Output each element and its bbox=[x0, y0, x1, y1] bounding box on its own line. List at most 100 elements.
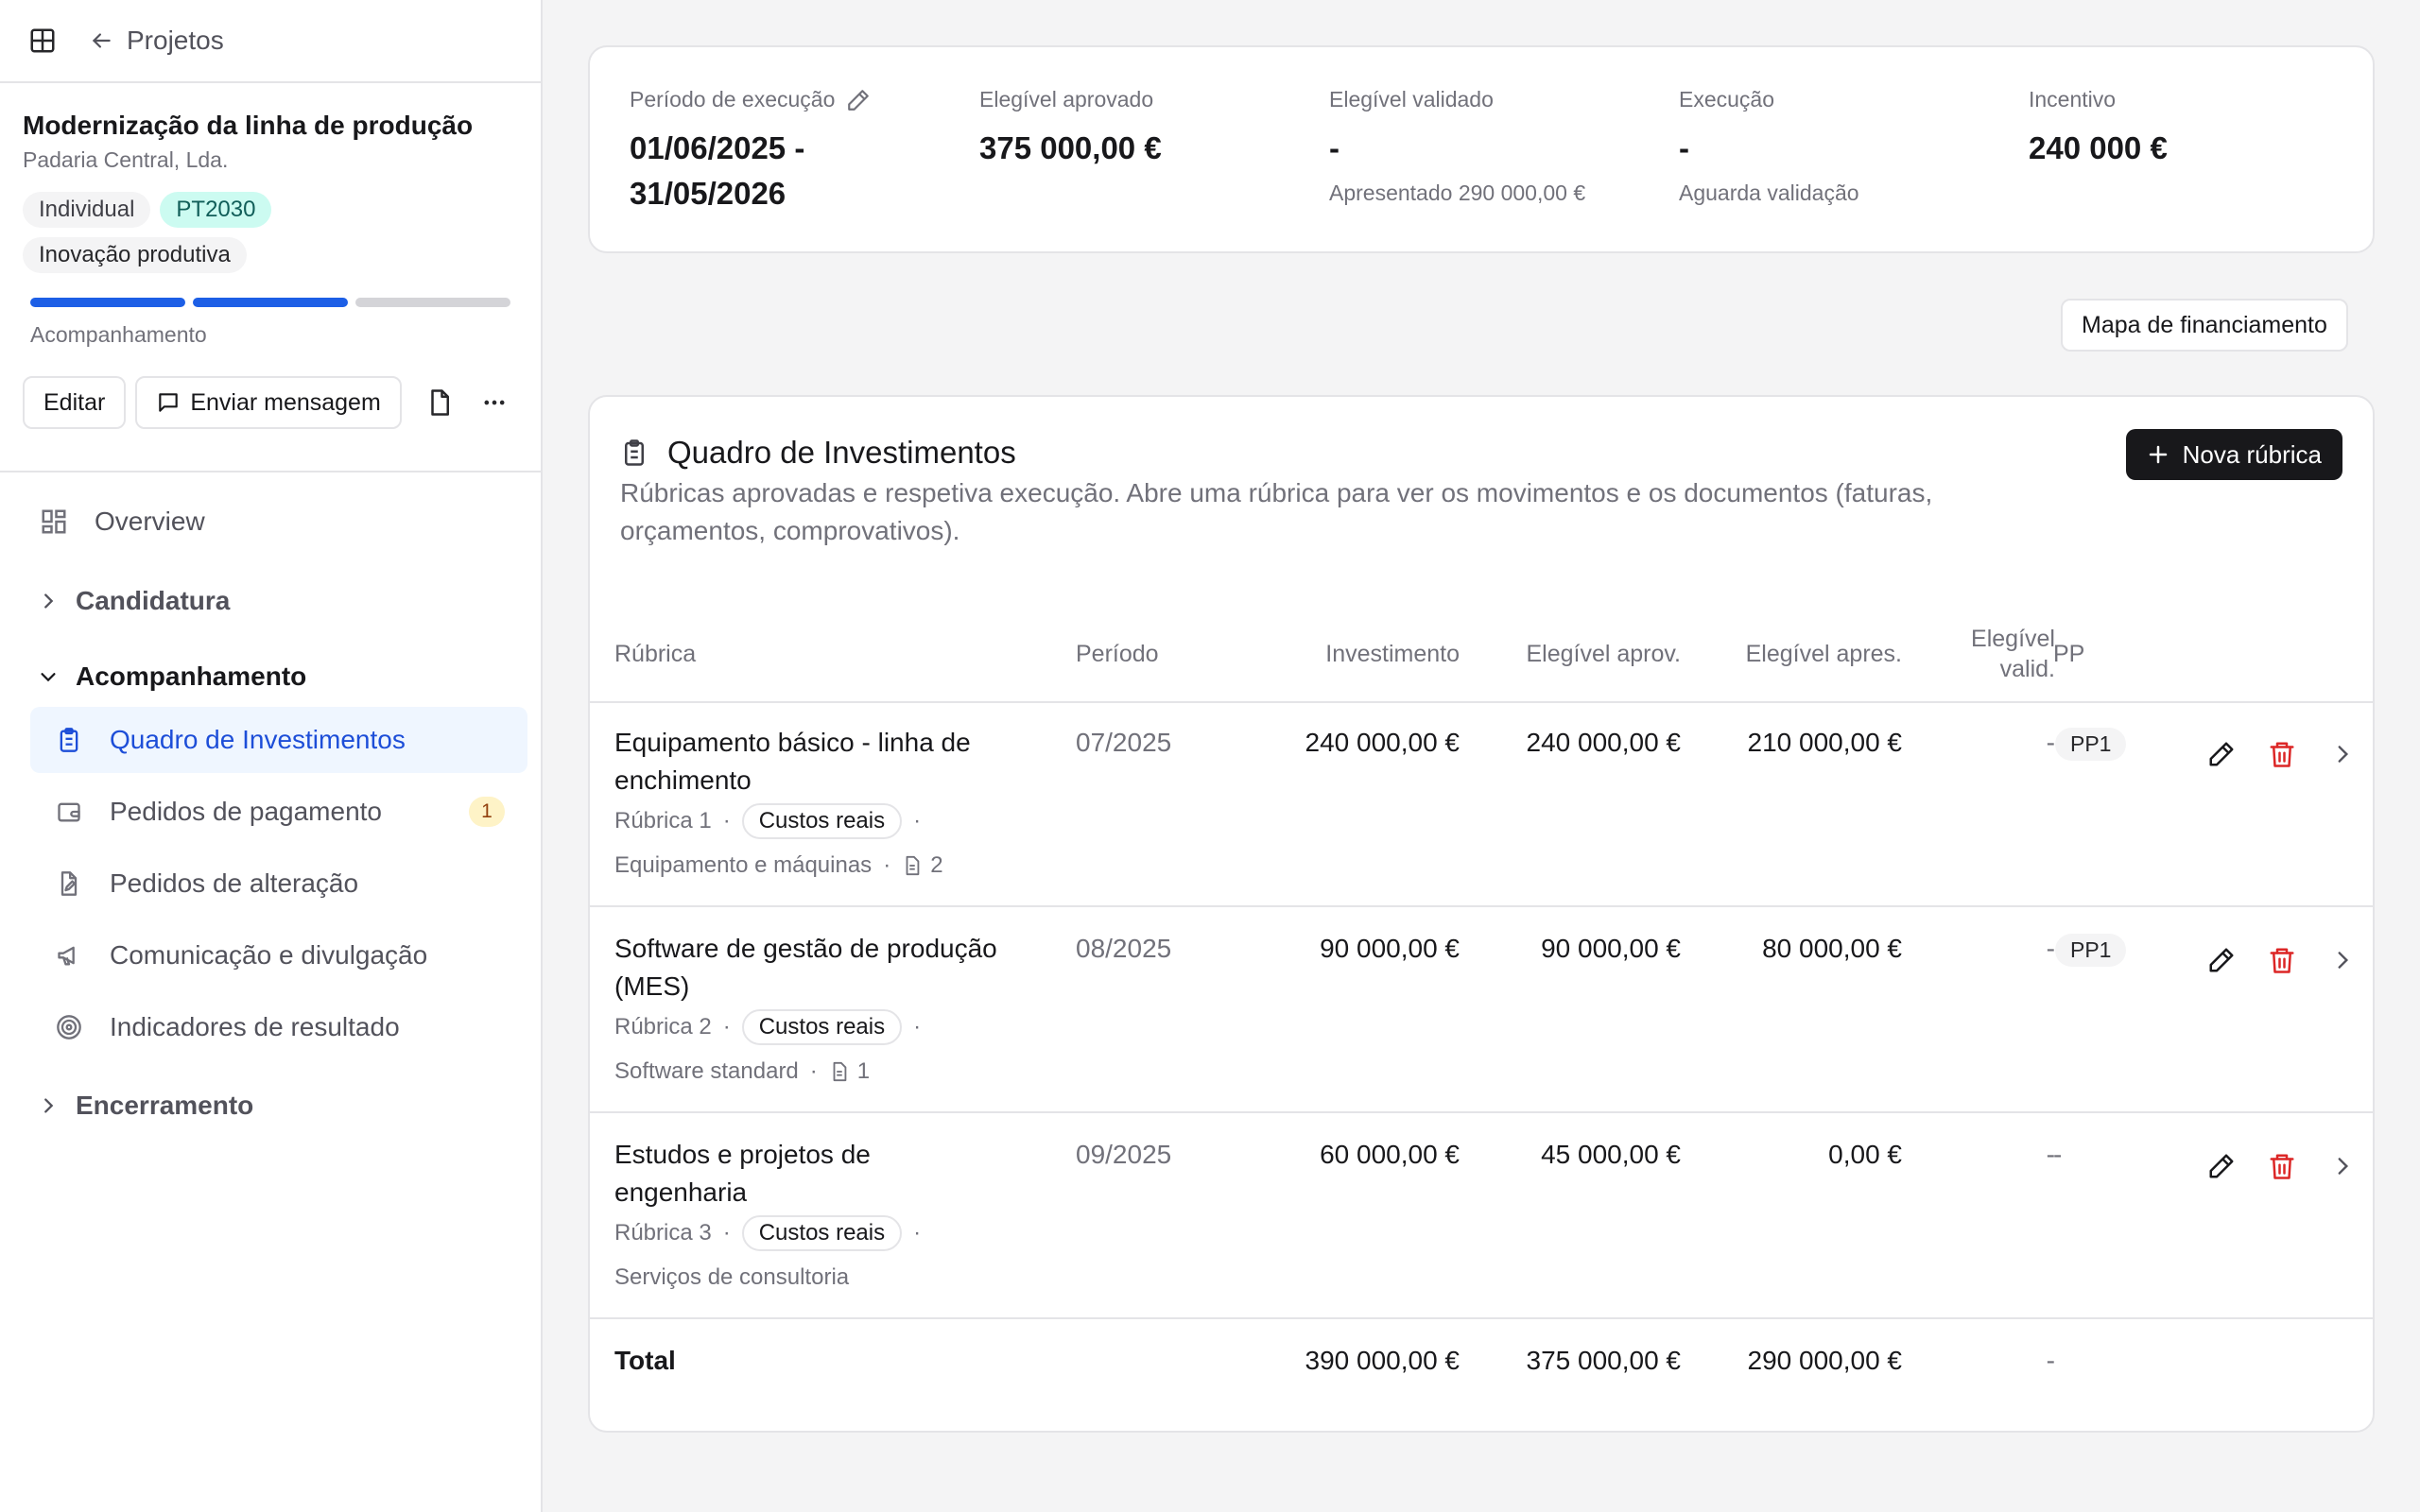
file-icon[interactable] bbox=[417, 380, 462, 425]
investments-card: Quadro de Investimentos Rúbricas aprovad… bbox=[588, 395, 2375, 1433]
nav-item-pedidos-alteracao[interactable]: Pedidos de alteração bbox=[30, 850, 527, 917]
table-divider bbox=[590, 701, 2373, 703]
send-message-button[interactable]: Enviar mensagem bbox=[135, 376, 402, 429]
investments-header: Quadro de Investimentos bbox=[620, 435, 1016, 471]
more-horizontal-icon[interactable] bbox=[472, 380, 517, 425]
nav-item-indicadores[interactable]: Indicadores de resultado bbox=[30, 994, 527, 1060]
chevron-right-icon[interactable] bbox=[2322, 733, 2363, 775]
cost-type-chip: Custos reais bbox=[741, 1215, 903, 1251]
funding-map-button[interactable]: Mapa de financiamento bbox=[2061, 299, 2348, 352]
col-header-rubrica[interactable]: Rúbrica bbox=[614, 639, 696, 669]
trash-icon[interactable] bbox=[2261, 939, 2303, 981]
nav-item-label: Quadro de Investimentos bbox=[110, 725, 406, 754]
rubrica-meta: Rúbrica 3 · Custos reais · bbox=[614, 1215, 932, 1251]
nav-section-label: Candidatura bbox=[76, 586, 231, 615]
back-to-projects-link[interactable]: Projetos bbox=[89, 26, 224, 56]
kpi-value-start: 01/06/2025 - bbox=[630, 130, 805, 165]
cell-elegivel-valid: - bbox=[2046, 728, 2055, 757]
rubrica-name-line: engenharia bbox=[614, 1177, 748, 1207]
chevron-down-icon bbox=[38, 666, 62, 687]
document-icon bbox=[829, 1061, 850, 1082]
cell-pp: - bbox=[2053, 1140, 2063, 1169]
rubrica-category: Software standard bbox=[614, 1058, 799, 1084]
rubrica-category-meta: Software standard · 1 bbox=[614, 1058, 870, 1085]
nav-item-label: Pedidos de alteração bbox=[110, 868, 359, 898]
project-header: Modernização da linha de produção Padari… bbox=[0, 83, 541, 429]
rubrica-name-line: enchimento bbox=[614, 765, 752, 795]
pencil-icon[interactable] bbox=[835, 88, 871, 112]
rubrica-name[interactable]: Software de gestão de produção (MES) bbox=[614, 930, 1049, 1005]
nav-section-candidatura[interactable]: Candidatura bbox=[38, 582, 230, 620]
nav-item-pedidos-pagamento[interactable]: Pedidos de pagamento 1 bbox=[30, 779, 527, 845]
separator-dot: · bbox=[913, 1220, 922, 1246]
nav-overview[interactable]: Overview bbox=[38, 501, 205, 542]
nav-item-label: Pedidos de pagamento bbox=[110, 797, 382, 826]
rubrica-meta: Rúbrica 2 · Custos reais · bbox=[614, 1009, 932, 1045]
kpi-label: Período de execução bbox=[630, 87, 871, 112]
cell-periodo: 08/2025 bbox=[1076, 934, 1172, 963]
nav-item-quadro-investimentos[interactable]: Quadro de Investimentos bbox=[30, 707, 527, 773]
sidebar: Projetos Modernização da linha de produç… bbox=[0, 0, 543, 1512]
rubrica-name-line: (MES) bbox=[614, 971, 690, 1001]
kpi-label: Elegível validado bbox=[1329, 87, 1494, 112]
separator-dot: · bbox=[913, 808, 922, 833]
kpi-label: Execução bbox=[1679, 87, 1775, 112]
pending-count-badge: 1 bbox=[469, 797, 505, 827]
col-header-investimento[interactable]: Investimento bbox=[1214, 639, 1460, 669]
pp-badge: PP1 bbox=[2055, 728, 2127, 761]
badge-program: PT2030 bbox=[160, 192, 272, 228]
new-rubrica-button[interactable]: Nova rúbrica bbox=[2125, 429, 2342, 480]
col-header-line: valid. bbox=[1999, 656, 2055, 682]
trash-icon[interactable] bbox=[2261, 1145, 2303, 1187]
col-header-periodo[interactable]: Período bbox=[1076, 639, 1159, 669]
pp-badge: PP1 bbox=[2055, 934, 2127, 967]
sidebar-divider bbox=[0, 471, 541, 472]
cell-elegivel-aprov: 240 000,00 € bbox=[1526, 728, 1682, 757]
col-header-elegivel-aprov[interactable]: Elegível aprov. bbox=[1435, 639, 1681, 669]
message-square-icon bbox=[156, 390, 190, 415]
col-header-elegivel-valid[interactable]: Elegível valid. bbox=[1904, 624, 2055, 684]
col-header-elegivel-apres[interactable]: Elegível apres. bbox=[1656, 639, 1902, 669]
nav-section-acompanhamento[interactable]: Acompanhamento bbox=[38, 658, 306, 696]
chevron-right-icon bbox=[38, 591, 62, 611]
document-icon bbox=[902, 855, 923, 876]
cell-elegivel-apres: 0,00 € bbox=[1828, 1140, 1902, 1169]
kpi-label: Incentivo bbox=[2029, 87, 2117, 112]
rubrica-category: Equipamento e máquinas bbox=[614, 852, 873, 878]
kpi-value-end: 31/05/2026 bbox=[630, 176, 786, 211]
rubrica-name[interactable]: Equipamento básico - linha de enchimento bbox=[614, 724, 1049, 799]
project-stage-label: Acompanhamento bbox=[30, 322, 207, 347]
kpi-label-text: Período de execução bbox=[630, 87, 836, 112]
cell-periodo: 07/2025 bbox=[1076, 728, 1172, 757]
trash-icon[interactable] bbox=[2261, 733, 2303, 775]
edit-button[interactable]: Editar bbox=[23, 376, 127, 429]
layout-grid-icon[interactable] bbox=[26, 25, 59, 57]
pencil-icon[interactable] bbox=[2201, 733, 2242, 775]
total-elegivel-aprov: 375 000,00 € bbox=[1526, 1346, 1682, 1375]
rubrica-name-line: Equipamento básico - linha de bbox=[614, 728, 971, 757]
clipboard-list-icon bbox=[53, 724, 85, 756]
rubrica-number: Rúbrica 2 bbox=[614, 1014, 712, 1040]
chevron-right-icon[interactable] bbox=[2322, 1145, 2363, 1187]
document-count: 2 bbox=[930, 852, 943, 878]
rubrica-name-line: Estudos e projetos de bbox=[614, 1140, 871, 1169]
back-label: Projetos bbox=[127, 26, 224, 55]
total-investimento: 390 000,00 € bbox=[1305, 1346, 1461, 1375]
project-stage-progress bbox=[23, 298, 518, 307]
kpi-label: Elegível aprovado bbox=[979, 87, 1154, 112]
nav-item-comunicacao[interactable]: Comunicação e divulgação bbox=[30, 922, 527, 988]
nav-section-encerramento[interactable]: Encerramento bbox=[38, 1087, 253, 1125]
rubrica-name[interactable]: Estudos e projetos de engenharia bbox=[614, 1136, 1049, 1211]
cell-elegivel-aprov: 45 000,00 € bbox=[1541, 1140, 1681, 1169]
rubrica-number: Rúbrica 3 bbox=[614, 1220, 712, 1246]
wallet-icon bbox=[53, 796, 85, 828]
cell-investimento: 240 000,00 € bbox=[1305, 728, 1461, 757]
progress-segment bbox=[30, 298, 185, 307]
plus-icon bbox=[2147, 443, 2183, 466]
cell-elegivel-valid: - bbox=[2046, 1140, 2055, 1169]
pencil-icon[interactable] bbox=[2201, 939, 2242, 981]
pencil-icon[interactable] bbox=[2201, 1145, 2242, 1187]
col-header-pp[interactable]: PP bbox=[2053, 639, 2084, 669]
kpi-value: 01/06/2025 - 31/05/2026 bbox=[630, 126, 871, 216]
chevron-right-icon[interactable] bbox=[2322, 939, 2363, 981]
